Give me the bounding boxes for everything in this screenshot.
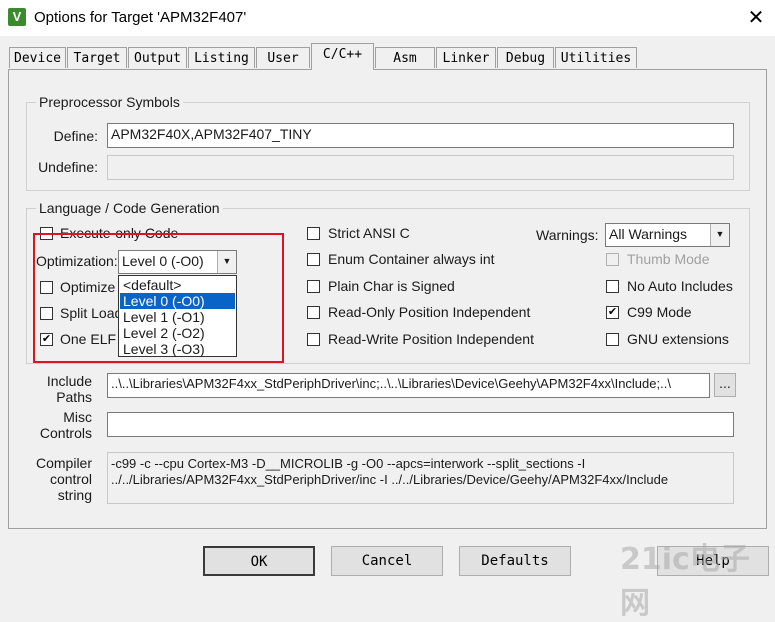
tab-listing[interactable]: Listing (188, 47, 255, 68)
tab-user[interactable]: User (256, 47, 310, 68)
plain-char-label: Plain Char is Signed (328, 278, 455, 294)
split-load-checkbox[interactable] (40, 307, 53, 320)
define-field[interactable]: APM32F40X,APM32F407_TINY (107, 123, 734, 148)
enum-container-label: Enum Container always int (328, 251, 495, 267)
strict-ansi-label: Strict ANSI C (328, 225, 410, 241)
compiler-control-label-1: Compiler (35, 455, 92, 471)
compiler-control-line-1: -c99 -c --cpu Cortex-M3 -D__MICROLIB -g … (111, 456, 586, 471)
dropdown-option[interactable]: Level 1 (-O1) (120, 309, 235, 325)
misc-controls-label-1: Misc (63, 409, 92, 425)
strict-ansi-checkbox[interactable] (307, 227, 320, 240)
tab-output[interactable]: Output (128, 47, 187, 68)
c99-mode-label: C99 Mode (627, 304, 692, 320)
warnings-label: Warnings: (536, 227, 599, 243)
ok-button[interactable]: OK (203, 546, 315, 576)
undefine-label: Undefine: (38, 159, 98, 175)
window-title: Options for Target 'APM32F407' (34, 9, 247, 26)
tab-device[interactable]: Device (9, 47, 66, 68)
compiler-control-line-2: ../../Libraries/APM32F4xx_StdPeriphDrive… (111, 472, 669, 487)
include-paths-browse-button[interactable]: ... (714, 373, 736, 397)
include-paths-field[interactable]: ..\..\Libraries\APM32F4xx_StdPeriphDrive… (107, 373, 710, 398)
optimize-time-label: Optimize f (60, 279, 124, 295)
compiler-control-label-2: control (49, 471, 92, 487)
define-label: Define: (53, 128, 98, 144)
ropi-checkbox[interactable] (307, 306, 320, 319)
thumb-mode-checkbox[interactable] (606, 253, 619, 266)
gnu-extensions-label: GNU extensions (627, 331, 729, 347)
preprocessor-group-label: Preprocessor Symbols (36, 94, 183, 110)
compiler-control-field: -c99 -c --cpu Cortex-M3 -D__MICROLIB -g … (107, 452, 734, 504)
plain-char-checkbox[interactable] (307, 280, 320, 293)
optimization-label: Optimization: (36, 253, 118, 269)
thumb-mode-label: Thumb Mode (627, 251, 710, 267)
tab-debug[interactable]: Debug (497, 47, 554, 68)
cancel-button[interactable]: Cancel (331, 546, 443, 576)
include-paths-label-2: Paths (56, 389, 92, 405)
defaults-button[interactable]: Defaults (459, 546, 571, 576)
dropdown-option[interactable]: <default> (120, 277, 235, 293)
no-auto-includes-checkbox[interactable] (606, 280, 619, 293)
dropdown-option-selected[interactable]: Level 0 (-O0) (120, 293, 235, 309)
split-load-label: Split Load (60, 305, 123, 321)
enum-container-checkbox[interactable] (307, 253, 320, 266)
close-icon[interactable]: ✕ (741, 3, 771, 33)
compiler-control-label-3: string (57, 487, 92, 503)
dropdown-option[interactable]: Level 3 (-O3) (120, 341, 235, 357)
chevron-down-icon[interactable]: ▼ (710, 224, 729, 246)
execute-only-label: Execute-only Code (60, 225, 179, 241)
dropdown-option[interactable]: Level 2 (-O2) (120, 325, 235, 341)
gnu-extensions-checkbox[interactable] (606, 333, 619, 346)
undefine-field[interactable] (107, 155, 734, 180)
keil-app-icon: V (8, 8, 26, 26)
include-paths-label-1: Include (46, 373, 92, 389)
misc-controls-label-2: Controls (39, 425, 92, 441)
tab-cc[interactable]: C/C++ (311, 43, 374, 70)
codegen-group-label: Language / Code Generation (36, 200, 223, 216)
rwpi-checkbox[interactable] (307, 333, 320, 346)
execute-only-checkbox[interactable] (40, 227, 53, 240)
optimization-dropdown-list: <default> Level 0 (-O0) Level 1 (-O1) Le… (118, 275, 237, 357)
tab-asm[interactable]: Asm (375, 47, 435, 68)
watermark-logo: 21ic电子网 (620, 542, 750, 621)
warnings-selected: All Warnings (609, 226, 688, 242)
tab-linker[interactable]: Linker (436, 47, 496, 68)
misc-controls-field[interactable] (107, 412, 734, 437)
optimization-selected: Level 0 (-O0) (122, 253, 204, 269)
ropi-label: Read-Only Position Independent (328, 304, 531, 320)
one-elf-label: One ELF (60, 331, 117, 347)
tab-utilities[interactable]: Utilities (555, 47, 637, 68)
optimize-time-checkbox[interactable] (40, 281, 53, 294)
no-auto-includes-label: No Auto Includes (627, 278, 733, 294)
c99-mode-checkbox[interactable]: ✔ (606, 306, 619, 319)
tab-target[interactable]: Target (67, 47, 127, 68)
rwpi-label: Read-Write Position Independent (328, 331, 534, 347)
chevron-down-icon[interactable]: ▼ (217, 251, 236, 273)
one-elf-checkbox[interactable]: ✔ (40, 333, 53, 346)
